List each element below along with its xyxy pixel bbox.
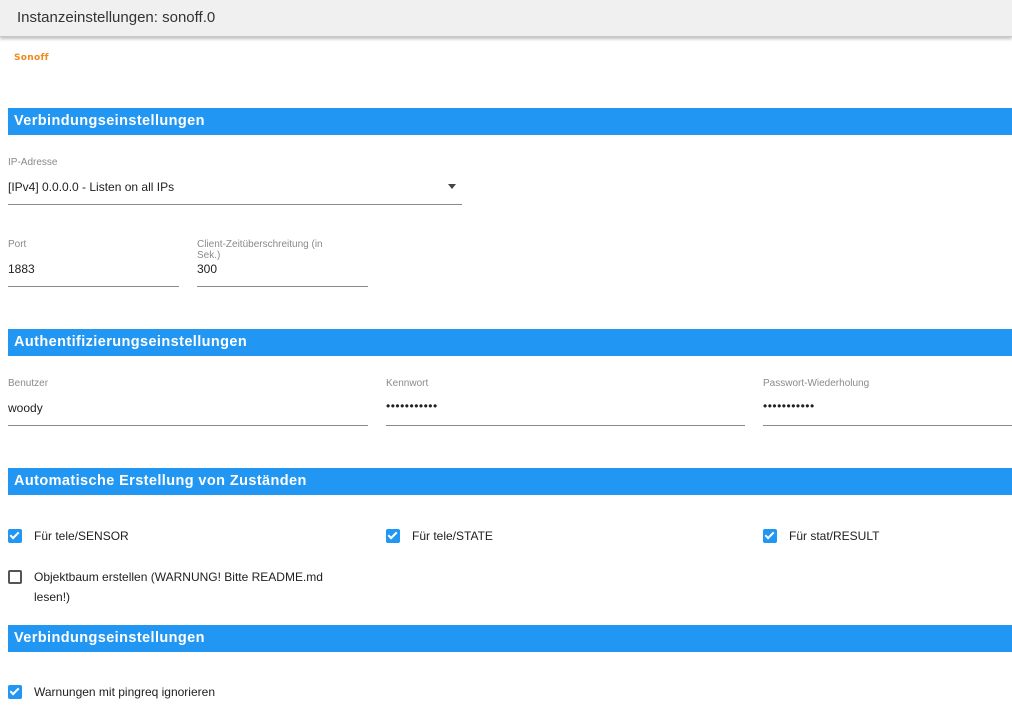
field-underline — [197, 286, 368, 287]
password-repeat-value: ••••••••••• — [763, 399, 815, 413]
ignore-pingreq-label[interactable]: Warnungen mit pingreq ignorieren — [34, 682, 215, 702]
section-title: Verbindungseinstellungen — [14, 113, 205, 129]
section-header-connection: Verbindungseinstellungen — [8, 108, 1012, 135]
tele-sensor-label[interactable]: Für tele/SENSOR — [34, 526, 129, 546]
section-header-auto-states: Automatische Erstellung von Zuständen — [8, 468, 1012, 495]
section-title: Automatische Erstellung von Zuständen — [14, 473, 307, 489]
window-title: Instanzeinstellungen: sonoff.0 — [17, 9, 216, 26]
password-repeat-label: Passwort-Wiederholung — [763, 378, 870, 389]
section-header-connection-2: Verbindungseinstellungen — [8, 625, 1012, 652]
dropdown-arrow-icon[interactable] — [448, 184, 456, 189]
client-timeout-input[interactable]: Client-Zeitüberschreitung (in Sek.) 300 — [197, 239, 368, 287]
stat-result-checkbox[interactable] — [763, 529, 777, 543]
object-tree-label[interactable]: Objektbaum erstellen (WARNUNG! Bitte REA… — [34, 567, 354, 607]
username-value: woody — [8, 401, 43, 415]
field-underline — [8, 425, 368, 426]
client-timeout-label: Client-Zeitüberschreitung (in Sek.) — [197, 239, 323, 261]
object-tree-checkbox[interactable] — [8, 570, 22, 584]
password-repeat-input[interactable]: Passwort-Wiederholung ••••••••••• — [763, 378, 1012, 426]
port-input[interactable]: Port 1883 — [8, 239, 179, 287]
tele-state-label[interactable]: Für tele/STATE — [412, 526, 493, 546]
field-underline — [8, 286, 179, 287]
username-input[interactable]: Benutzer woody — [8, 378, 368, 426]
username-label: Benutzer — [8, 378, 49, 389]
section-title: Authentifizierungseinstellungen — [14, 334, 248, 350]
tele-sensor-checkbox[interactable] — [8, 529, 22, 543]
ignore-pingreq-checkbox[interactable] — [8, 685, 22, 699]
ip-address-select[interactable]: IP-Adresse [IPv4] 0.0.0.0 - Listen on al… — [8, 157, 462, 205]
port-label: Port — [8, 239, 27, 250]
title-bar: Instanzeinstellungen: sonoff.0 — [0, 0, 1012, 37]
stat-result-label[interactable]: Für stat/RESULT — [789, 526, 879, 546]
field-underline — [763, 425, 1012, 426]
password-value: ••••••••••• — [386, 399, 438, 413]
section-header-auth: Authentifizierungseinstellungen — [8, 329, 1012, 356]
field-underline — [8, 204, 462, 205]
client-timeout-value: 300 — [197, 262, 218, 276]
ip-address-value: [IPv4] 0.0.0.0 - Listen on all IPs — [8, 180, 175, 194]
password-label: Kennwort — [386, 378, 429, 389]
tele-state-checkbox[interactable] — [386, 529, 400, 543]
section-title: Verbindungseinstellungen — [14, 630, 205, 646]
password-input[interactable]: Kennwort ••••••••••• — [386, 378, 745, 426]
field-underline — [386, 425, 745, 426]
port-value: 1883 — [8, 262, 35, 276]
sonoff-logo: Sonoff — [14, 53, 49, 63]
ip-address-label: IP-Adresse — [8, 157, 58, 168]
